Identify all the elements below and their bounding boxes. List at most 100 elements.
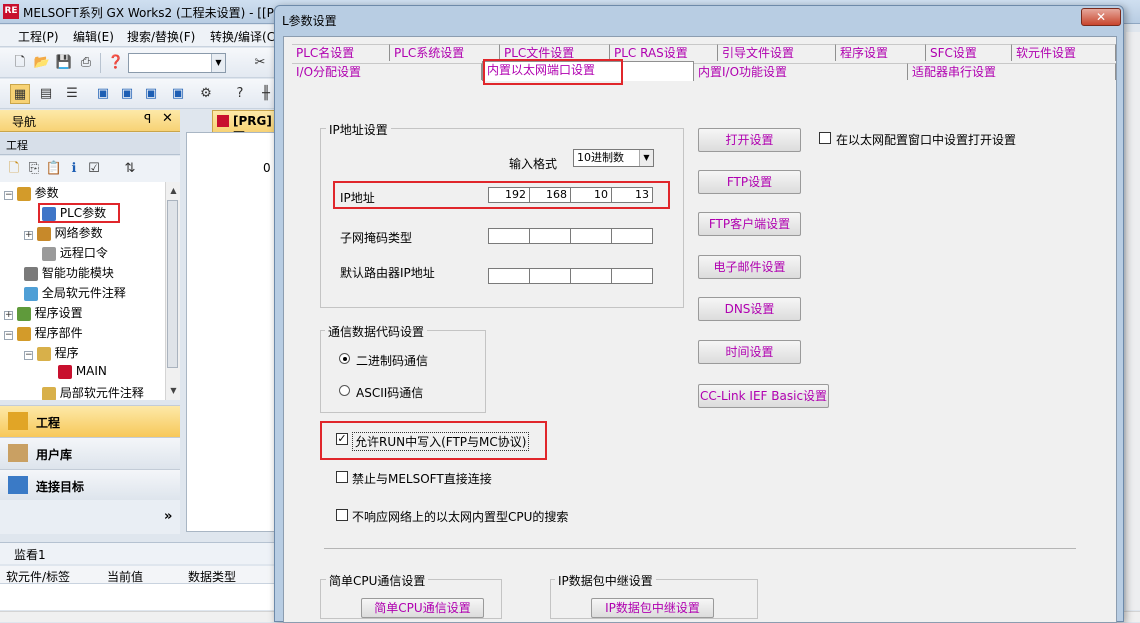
simple-cpu-settings-button[interactable]: 简单CPU通信设置 bbox=[361, 598, 484, 618]
simple-cpu-group-title: 简单CPU通信设置 bbox=[326, 572, 429, 589]
scroll-down-icon[interactable]: ▼ bbox=[166, 386, 181, 395]
ladder-editor[interactable]: 0 bbox=[186, 132, 280, 532]
ftp-settings-button[interactable]: FTP设置 bbox=[698, 170, 801, 194]
print-icon[interactable]: ⎙ bbox=[76, 53, 96, 73]
settings-icon[interactable]: ⚙ bbox=[196, 84, 216, 104]
input-format-select[interactable]: 10进制数 ▼ bbox=[573, 149, 654, 167]
ladder-icon[interactable]: ╫ bbox=[256, 84, 276, 104]
ip-relay-settings-button[interactable]: IP数据包中继设置 bbox=[591, 598, 714, 618]
tab-plc-ras[interactable]: PLC RAS设置 bbox=[610, 44, 718, 61]
nav-section-connection[interactable]: 连接目标 bbox=[0, 469, 180, 501]
watch-table-body[interactable] bbox=[0, 584, 280, 610]
collapse-icon[interactable]: − bbox=[4, 331, 13, 340]
cut-icon[interactable]: ✂ bbox=[250, 53, 270, 73]
device-batch-icon[interactable]: ▣ bbox=[117, 84, 137, 104]
list-icon[interactable]: ☰ bbox=[62, 84, 82, 104]
properties-icon[interactable]: ☑ bbox=[84, 159, 104, 179]
tree-item-intelligent-module[interactable]: 智能功能模块 bbox=[24, 264, 114, 284]
radio-ascii[interactable] bbox=[339, 385, 350, 396]
toolbar-separator bbox=[100, 53, 101, 73]
watch-header: 监看1 bbox=[0, 542, 280, 564]
gateway-octet-2[interactable] bbox=[529, 268, 571, 284]
module-icon bbox=[24, 266, 38, 281]
tab-program-setting[interactable]: 程序设置 bbox=[836, 44, 926, 61]
new-item-icon[interactable]: 🗋 bbox=[4, 159, 24, 179]
subnet-octet-4[interactable] bbox=[611, 228, 653, 244]
tree-item-program-setting[interactable]: + 程序设置 bbox=[4, 304, 83, 324]
checkbox-open-in-ethernet-config[interactable] bbox=[819, 132, 831, 144]
close-icon[interactable]: ✕ bbox=[1081, 8, 1121, 26]
nav-section-user-library[interactable]: 用户库 bbox=[0, 437, 180, 469]
scroll-thumb[interactable] bbox=[167, 200, 178, 368]
tab-plc-name[interactable]: PLC名设置 bbox=[292, 44, 390, 61]
subnet-octet-2[interactable] bbox=[529, 228, 571, 244]
navigation-title: 导航 bbox=[12, 115, 37, 129]
gateway-octet-3[interactable] bbox=[570, 268, 612, 284]
help-circle-icon[interactable]: ? bbox=[230, 84, 250, 104]
new-file-icon[interactable]: 🗋 bbox=[10, 53, 30, 73]
copy-icon[interactable]: ⎘ bbox=[24, 159, 44, 179]
dns-settings-button[interactable]: DNS设置 bbox=[698, 297, 801, 321]
menu-project[interactable]: 工程(P) bbox=[18, 28, 59, 45]
tab-io-assignment[interactable]: I/O分配设置 bbox=[292, 63, 482, 80]
scroll-up-icon[interactable]: ▲ bbox=[166, 186, 181, 195]
menu-edit[interactable]: 编辑(E) bbox=[73, 28, 114, 45]
checkbox-no-search-response[interactable] bbox=[336, 509, 348, 521]
expand-icon[interactable]: + bbox=[4, 311, 13, 320]
chevron-down-icon[interactable]: ▼ bbox=[211, 54, 225, 72]
device-monitor-icon[interactable]: ▣ bbox=[141, 84, 161, 104]
more-icon[interactable]: » bbox=[164, 509, 172, 524]
project-view-icon[interactable]: ▦ bbox=[10, 84, 30, 104]
tree-item-main[interactable]: MAIN bbox=[58, 364, 107, 384]
tab-adapter-serial[interactable]: 适配器串行设置 bbox=[908, 63, 1116, 80]
close-icon[interactable]: ✕ bbox=[162, 111, 173, 126]
gateway-octet-4[interactable] bbox=[611, 268, 653, 284]
time-settings-button[interactable]: 时间设置 bbox=[698, 340, 801, 364]
info-icon[interactable]: ℹ bbox=[64, 159, 84, 179]
subnet-octet-3[interactable] bbox=[570, 228, 612, 244]
tab-device-setting[interactable]: 软元件设置 bbox=[1012, 44, 1116, 61]
tree-item-program[interactable]: − 程序 bbox=[24, 344, 79, 364]
paste-icon[interactable]: 📋 bbox=[44, 159, 64, 179]
pin-icon[interactable]: ꟼ bbox=[144, 112, 151, 126]
background-vertical-scrollbar[interactable] bbox=[1126, 32, 1140, 610]
gateway-octet-1[interactable] bbox=[488, 268, 530, 284]
tree-item-global-comment[interactable]: 全局软元件注释 bbox=[24, 284, 126, 304]
open-folder-icon[interactable]: 📂 bbox=[32, 53, 52, 73]
menu-convert-compile[interactable]: 转换/编译(C bbox=[210, 28, 275, 45]
save-icon[interactable]: 💾 bbox=[54, 53, 74, 73]
toolbar-combo[interactable]: ▼ bbox=[128, 53, 226, 73]
nav-section-project[interactable]: 工程 bbox=[0, 405, 180, 437]
editor-tab[interactable]: [PRG]写 bbox=[212, 110, 282, 144]
folder-icon bbox=[16, 326, 31, 341]
ftp-client-settings-button[interactable]: FTP客户端设置 bbox=[698, 212, 801, 236]
chevron-down-icon[interactable]: ▼ bbox=[639, 150, 653, 166]
checkbox-prohibit-melsoft[interactable] bbox=[336, 471, 348, 483]
tab-boot-file[interactable]: 引导文件设置 bbox=[718, 44, 836, 61]
menu-search-replace[interactable]: 搜索/替换(F) bbox=[127, 28, 195, 45]
tree-item-network-parameter[interactable]: + 网络参数 bbox=[24, 224, 103, 244]
collapse-icon[interactable]: − bbox=[24, 351, 33, 360]
tree-item-parameters[interactable]: − 参数 bbox=[4, 184, 59, 204]
tree-item-remote-password[interactable]: 远程口令 bbox=[42, 244, 108, 264]
tab-sfc-setting[interactable]: SFC设置 bbox=[926, 44, 1012, 61]
help-icon[interactable]: ❓ bbox=[106, 53, 126, 73]
collapse-icon[interactable]: − bbox=[4, 191, 13, 200]
watch-col-device[interactable]: 软元件/标签 bbox=[6, 568, 70, 585]
tab-builtin-io[interactable]: 内置I/O功能设置 bbox=[694, 63, 908, 80]
email-settings-button[interactable]: 电子邮件设置 bbox=[698, 255, 801, 279]
tree-item-label: 局部软元件注释 bbox=[59, 386, 144, 400]
open-settings-button[interactable]: 打开设置 bbox=[698, 128, 801, 152]
watch-col-value[interactable]: 当前值 bbox=[107, 568, 143, 585]
grid-icon[interactable]: ▤ bbox=[36, 84, 56, 104]
device-test-icon[interactable]: ▣ bbox=[168, 84, 188, 104]
watch-col-type[interactable]: 数据类型 bbox=[188, 568, 236, 585]
tree-item-program-parts[interactable]: − 程序部件 bbox=[4, 324, 83, 344]
radio-binary[interactable] bbox=[339, 353, 350, 364]
sort-icon[interactable]: ⇅ bbox=[120, 159, 140, 179]
tree-item-local-comment[interactable]: 局部软元件注释 bbox=[42, 384, 144, 400]
expand-icon[interactable]: + bbox=[24, 231, 33, 240]
cc-link-ief-basic-button[interactable]: CC-Link IEF Basic设置 bbox=[698, 384, 829, 408]
subnet-octet-1[interactable] bbox=[488, 228, 530, 244]
device-icon[interactable]: ▣ bbox=[93, 84, 113, 104]
